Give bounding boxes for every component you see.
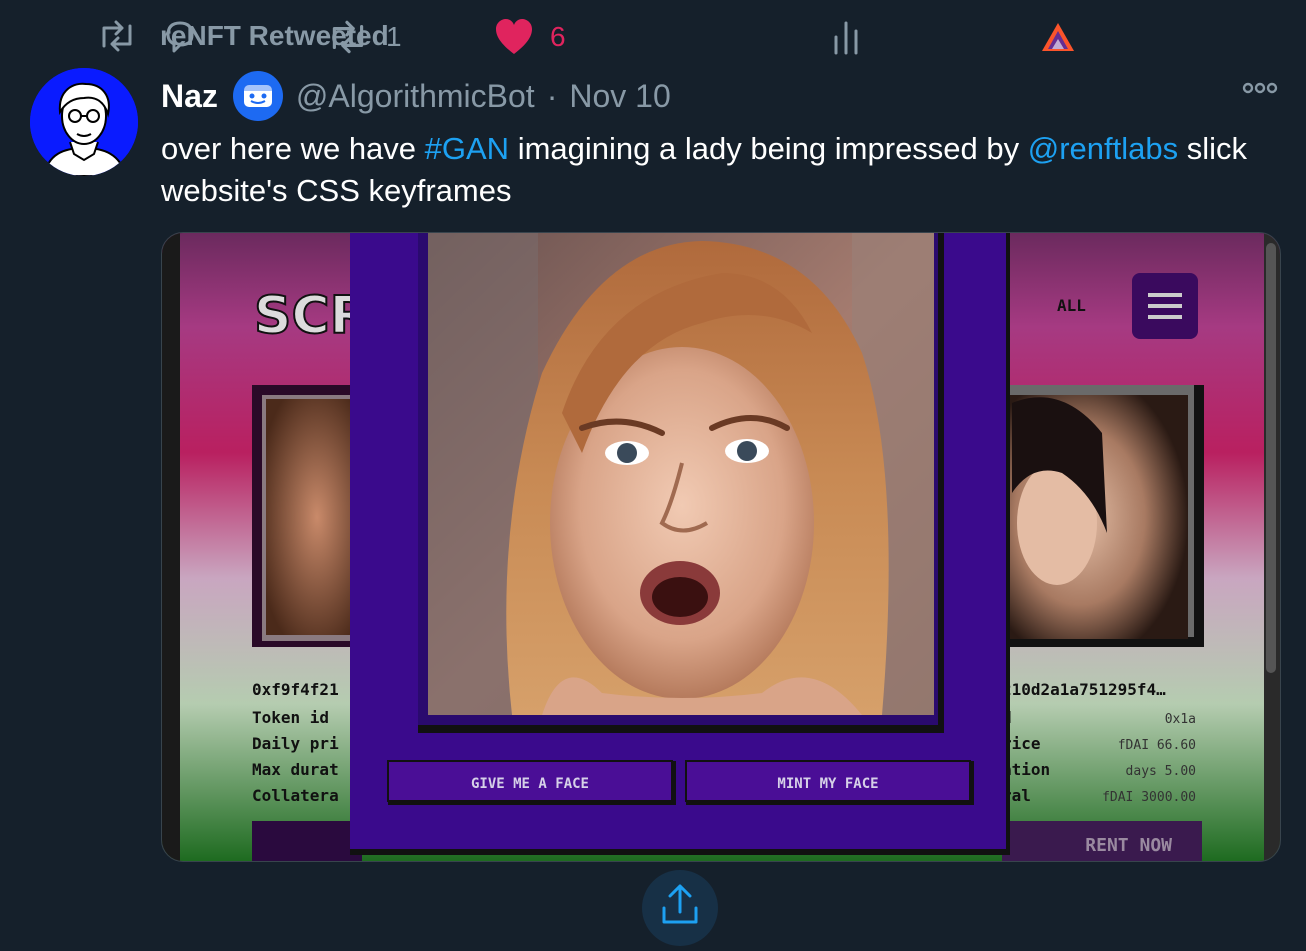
left-card-row-2: Daily pri <box>252 734 339 753</box>
right-card-value-4: fDAI 3000.00 <box>1102 790 1196 805</box>
avatar[interactable] <box>30 68 138 176</box>
left-card-row-4: Collatera <box>252 786 339 805</box>
header-separator: · <box>546 77 558 114</box>
rent-now-button: RENT NOW <box>1085 835 1172 856</box>
like-button[interactable]: 6 <box>494 0 566 74</box>
tweet-text: over here we have #GAN imagining a lady … <box>161 128 1271 212</box>
give-me-a-face-button: GIVE ME A FACE <box>471 776 589 792</box>
author-handle[interactable]: @AlgorithmicBot <box>296 78 535 115</box>
tweet-text-part1: over here we have <box>161 131 425 166</box>
retweet-button[interactable]: 1 <box>326 0 402 74</box>
more-options-icon[interactable] <box>1240 78 1280 98</box>
right-card-value-3: days 5.00 <box>1126 764 1196 779</box>
retweet-count: 1 <box>386 21 402 52</box>
hashtag-link[interactable]: #GAN <box>425 131 509 166</box>
left-card-address: 0xf9f4f21 <box>252 680 339 699</box>
right-card-value-2: fDAI 66.60 <box>1118 738 1196 753</box>
brave-tip-icon <box>1042 23 1074 51</box>
media-image: SCR 0xf9f4f21 Token id Daily pri Max dur… <box>162 233 1280 861</box>
tweet-header: Naz @AlgorithmicBot · Nov 10 <box>161 71 671 121</box>
mint-my-face-button: MINT MY FACE <box>777 776 878 792</box>
analytics-icon <box>834 21 858 55</box>
tweet-text-part2: imagining a lady being impressed by <box>509 131 1028 166</box>
right-card-value-1: 0x1a <box>1165 712 1196 727</box>
tweet-date[interactable]: Nov 10 <box>569 78 670 115</box>
nav-all-label: ALL <box>1057 296 1086 315</box>
reply-icon <box>166 21 194 53</box>
bot-badge-icon <box>232 71 283 121</box>
share-button[interactable] <box>642 870 718 946</box>
right-card-address: 210d2a1a751295f4… <box>1002 680 1166 699</box>
analytics-button[interactable] <box>830 0 862 74</box>
retweet-icon <box>102 20 132 52</box>
left-card-row-3: Max durat <box>252 760 339 779</box>
share-icon <box>662 884 698 924</box>
author-name[interactable]: Naz <box>161 78 218 115</box>
reply-button[interactable] <box>160 0 216 74</box>
heart-icon <box>496 19 532 54</box>
tweet-media[interactable]: SCR 0xf9f4f21 Token id Daily pri Max dur… <box>161 232 1281 862</box>
left-card-row-1: Token id <box>252 708 329 727</box>
tip-button[interactable] <box>1040 0 1076 74</box>
avatar-illustration <box>30 68 138 176</box>
like-count: 6 <box>550 21 566 52</box>
mention-link[interactable]: @renftlabs <box>1028 131 1178 166</box>
retweet-action-icon <box>332 20 364 54</box>
